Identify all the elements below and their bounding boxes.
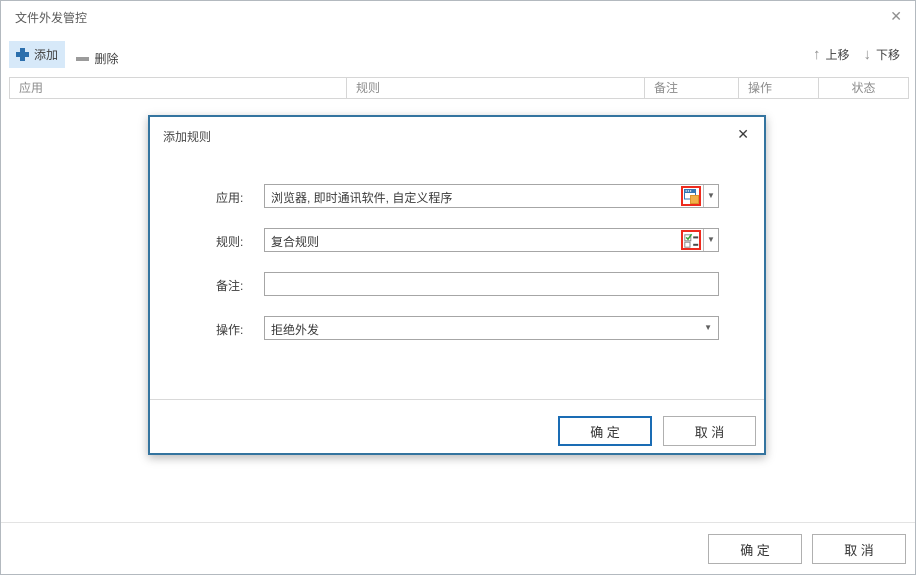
rule-combobox-value: 复合规则 [271,233,678,250]
action-select[interactable]: 拒绝外发 ▼ [264,316,719,340]
arrow-up-icon: ↑ [813,47,821,62]
column-header-app: 应用 [10,78,347,98]
remark-field-label: 备注: [216,277,243,294]
app-combobox-value: 浏览器, 即时通讯软件, 自定义程序 [271,189,678,206]
caret-down-icon: ▼ [704,324,712,332]
action-field-label: 操作: [216,321,243,338]
remark-input[interactable] [264,272,719,296]
rule-field-label: 规则: [216,233,243,250]
file-outgoing-control-window: 文件外发管控 ✕ 添加 删除 ↑ 上移 ↓ 下移 应用 规则 备注 操作 状态 [0,0,916,575]
remark-field-row: 备注: [150,272,764,296]
dialog-close-icon[interactable]: ✕ [737,125,749,143]
move-up-button[interactable]: ↑ 上移 [806,41,857,68]
column-header-action: 操作 [739,78,819,98]
app-dropdown-button[interactable]: ▼ [703,185,718,207]
rule-combobox[interactable]: 复合规则 ▼ [264,228,719,252]
checklist-icon [684,233,699,248]
add-button-label: 添加 [34,46,58,63]
app-field-row: 应用: 浏览器, 即时通讯软件, 自定义程序 ▼ [150,184,764,208]
delete-button[interactable]: 删除 [69,45,125,72]
app-combobox[interactable]: 浏览器, 即时通讯软件, 自定义程序 ▼ [264,184,719,208]
dialog-cancel-button[interactable]: 取 消 [663,416,756,446]
arrow-down-icon: ↓ [863,47,871,62]
table-header: 应用 规则 备注 操作 状态 [9,77,909,99]
toolbar: 添加 删除 ↑ 上移 ↓ 下移 [9,41,907,68]
dialog-title: 添加规则 [163,128,211,145]
window-ok-button[interactable]: 确 定 [708,534,802,564]
app-picker-button[interactable] [681,186,701,206]
window-title: 文件外发管控 [15,9,87,26]
minus-icon [76,57,89,61]
action-select-value: 拒绝外发 [271,321,319,338]
caret-down-icon: ▼ [707,192,715,200]
window-close-icon[interactable]: ✕ [890,7,902,25]
dialog-footer-divider [150,399,764,400]
move-up-label: 上移 [825,46,849,63]
app-field-label: 应用: [216,189,243,206]
rule-field-row: 规则: 复合规则 ▼ [150,228,764,252]
column-header-status: 状态 [819,78,908,98]
dialog-ok-button[interactable]: 确 定 [558,416,652,446]
plus-icon [16,48,29,61]
column-header-rule: 规则 [347,78,645,98]
window-cancel-button[interactable]: 取 消 [812,534,906,564]
app-window-icon [684,189,699,204]
toolbar-right-group: ↑ 上移 ↓ 下移 [806,41,907,68]
rule-picker-button[interactable] [681,230,701,250]
footer-divider [1,522,916,523]
caret-down-icon: ▼ [707,236,715,244]
move-down-label: 下移 [876,46,900,63]
action-field-row: 操作: 拒绝外发 ▼ [150,316,764,340]
delete-button-label: 删除 [94,50,118,67]
rule-dropdown-button[interactable]: ▼ [703,229,718,251]
add-button[interactable]: 添加 [9,41,65,68]
column-header-remark: 备注 [645,78,739,98]
add-rule-dialog: 添加规则 ✕ 应用: 浏览器, 即时通讯软件, 自定义程序 [148,115,766,455]
move-down-button[interactable]: ↓ 下移 [856,41,907,68]
